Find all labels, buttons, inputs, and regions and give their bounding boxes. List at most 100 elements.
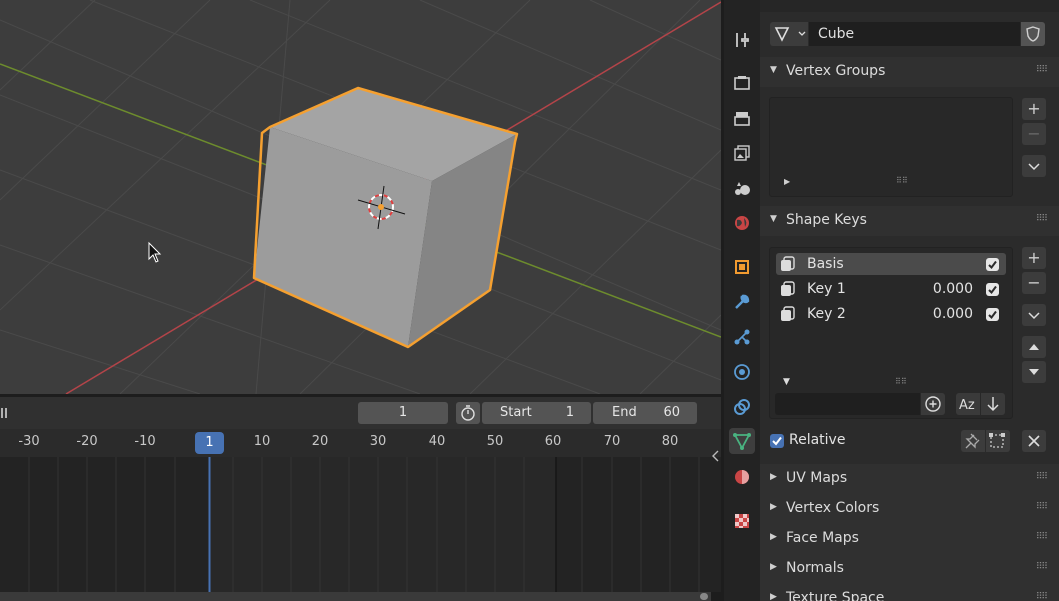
vertex-colors-panel-header[interactable]: ▶ Vertex Colors ⠿⠿ bbox=[760, 494, 1059, 524]
shape-key-pin-button[interactable] bbox=[961, 430, 985, 452]
mesh-data-icon bbox=[774, 27, 806, 42]
svg-text:Az: Az bbox=[959, 398, 975, 413]
physics-tab[interactable] bbox=[729, 359, 755, 385]
preview-range-toggle[interactable] bbox=[456, 402, 480, 424]
move-shape-key-up-button[interactable] bbox=[1022, 336, 1046, 358]
scrollbar-handle[interactable] bbox=[700, 593, 708, 600]
timeline-frame-grid bbox=[0, 457, 721, 592]
shape-key-edit-mode-button[interactable] bbox=[986, 430, 1010, 452]
particles-icon bbox=[734, 329, 750, 345]
frame-end-field[interactable]: End 60 bbox=[593, 402, 697, 424]
vertex-group-specials-button[interactable] bbox=[1022, 155, 1046, 177]
pin-icon bbox=[965, 433, 980, 449]
shape-key-specials-button[interactable] bbox=[1022, 304, 1046, 326]
scene-tab[interactable] bbox=[729, 175, 755, 201]
arrow-down-icon bbox=[987, 397, 999, 412]
remove-vertex-group-button[interactable]: − bbox=[1022, 123, 1046, 145]
vertex-groups-panel-header[interactable]: ▼ Vertex Groups ⠿⠿ bbox=[760, 57, 1059, 87]
shield-icon bbox=[1026, 26, 1040, 42]
shape-key-row[interactable]: Key 2 0.000 bbox=[776, 303, 1006, 325]
constraints-tab[interactable] bbox=[729, 394, 755, 420]
tick-label: 80 bbox=[661, 434, 679, 449]
object-tab[interactable] bbox=[729, 254, 755, 280]
timeline-body[interactable] bbox=[0, 457, 721, 592]
shape-key-mute-checkbox[interactable] bbox=[986, 283, 999, 296]
tick-label: 70 bbox=[603, 434, 621, 449]
remove-shape-key-button[interactable]: − bbox=[1022, 272, 1046, 294]
data-tab[interactable] bbox=[729, 428, 755, 454]
drag-grip-icon[interactable]: ⠿⠿ bbox=[1036, 502, 1048, 512]
timeline-ruler[interactable]: -30 -20 -10 1 10 20 30 40 50 60 70 80 bbox=[0, 429, 721, 457]
drag-grip-icon[interactable]: ⠿⠿ bbox=[1036, 562, 1048, 572]
filter-search-button[interactable] bbox=[921, 393, 945, 415]
collapsed-arrow-icon: ▶ bbox=[770, 472, 777, 482]
output-tab[interactable] bbox=[729, 105, 755, 131]
3d-viewport[interactable] bbox=[0, 0, 721, 394]
view-layer-tab[interactable] bbox=[729, 140, 755, 166]
particles-tab[interactable] bbox=[729, 324, 755, 350]
sort-alpha-button[interactable]: Az bbox=[956, 393, 980, 415]
sort-reverse-button[interactable] bbox=[981, 393, 1005, 415]
vertex-groups-title: Vertex Groups bbox=[786, 63, 886, 79]
drag-grip-icon[interactable]: ⠿⠿ bbox=[1036, 472, 1048, 482]
move-shape-key-down-button[interactable] bbox=[1022, 361, 1046, 383]
texture-space-panel-header[interactable]: ▶ Texture Space ⠿⠿ bbox=[760, 584, 1059, 601]
frame-start-value: 1 bbox=[565, 405, 574, 420]
add-shape-key-button[interactable]: + bbox=[1022, 247, 1046, 269]
timeline-scrollbar[interactable] bbox=[0, 592, 711, 601]
tick-label: 10 bbox=[253, 434, 271, 449]
expanded-arrow-icon: ▼ bbox=[770, 65, 777, 75]
list-filter-toggle-icon[interactable]: ▼ bbox=[783, 377, 790, 387]
shape-key-value[interactable]: 0.000 bbox=[921, 281, 973, 297]
vertex-colors-title: Vertex Colors bbox=[786, 500, 880, 516]
shape-key-row[interactable]: Key 1 0.000 bbox=[776, 278, 1006, 300]
shape-key-filter-input[interactable] bbox=[775, 393, 920, 415]
vertex-groups-list[interactable]: ▶ ⠿⠿ bbox=[769, 97, 1013, 197]
shape-key-mute-checkbox[interactable] bbox=[986, 258, 999, 271]
viewport-scene[interactable] bbox=[0, 0, 721, 394]
triangle-up-icon bbox=[1029, 344, 1039, 350]
list-resize-grip-icon[interactable]: ⠿⠿ bbox=[895, 377, 907, 386]
sort-alpha-icon: Az bbox=[959, 398, 975, 413]
relative-checkbox[interactable] bbox=[770, 434, 784, 448]
face-maps-panel-header[interactable]: ▶ Face Maps ⠿⠿ bbox=[760, 524, 1059, 554]
list-filter-toggle-icon[interactable]: ▶ bbox=[784, 177, 790, 186]
jump-to-endpoint-icon[interactable] bbox=[0, 405, 10, 421]
shape-keys-panel-header[interactable]: ▼ Shape Keys ⠿⠿ bbox=[760, 206, 1059, 236]
material-tab[interactable] bbox=[729, 464, 755, 490]
uv-maps-panel-header[interactable]: ▶ UV Maps ⠿⠿ bbox=[760, 464, 1059, 494]
fake-user-button[interactable] bbox=[1021, 22, 1045, 46]
texture-tab[interactable] bbox=[729, 508, 755, 534]
frame-start-field[interactable]: Start 1 bbox=[482, 402, 591, 424]
tick-label: -10 bbox=[134, 434, 156, 449]
world-tab[interactable] bbox=[729, 210, 755, 236]
clear-shape-keys-button[interactable] bbox=[1022, 430, 1046, 452]
render-tab[interactable] bbox=[729, 70, 755, 96]
shape-key-icon bbox=[781, 256, 795, 271]
mesh-name-field[interactable]: Cube bbox=[809, 22, 1020, 46]
expanded-arrow-icon: ▼ bbox=[770, 214, 777, 224]
drag-grip-icon[interactable]: ⠿⠿ bbox=[1036, 532, 1048, 542]
playhead-marker[interactable]: 1 bbox=[195, 432, 224, 454]
frame-start-label: Start bbox=[500, 405, 532, 420]
mesh-type-selector[interactable] bbox=[770, 22, 808, 46]
collapse-sidebar-icon[interactable] bbox=[709, 448, 721, 464]
current-frame-field[interactable]: 1 bbox=[358, 402, 448, 424]
tick-label: 60 bbox=[544, 434, 562, 449]
modifier-tab[interactable] bbox=[729, 289, 755, 315]
drag-grip-icon[interactable]: ⠿⠿ bbox=[1036, 65, 1048, 75]
frame-end-label: End bbox=[612, 405, 637, 420]
frame-end-value: 60 bbox=[663, 405, 680, 420]
tool-tab[interactable] bbox=[729, 27, 755, 53]
drag-grip-icon[interactable]: ⠿⠿ bbox=[1036, 592, 1048, 601]
shape-key-name: Key 1 bbox=[807, 281, 846, 297]
shape-key-value[interactable]: 0.000 bbox=[921, 306, 973, 322]
add-vertex-group-button[interactable]: + bbox=[1022, 98, 1046, 120]
normals-panel-header[interactable]: ▶ Normals ⠿⠿ bbox=[760, 554, 1059, 584]
list-resize-grip-icon[interactable]: ⠿⠿ bbox=[896, 176, 908, 185]
shape-key-row[interactable]: Basis bbox=[776, 253, 1006, 275]
shape-key-name: Basis bbox=[807, 256, 844, 272]
drag-grip-icon[interactable]: ⠿⠿ bbox=[1036, 214, 1048, 224]
shape-key-mute-checkbox[interactable] bbox=[986, 308, 999, 321]
modifier-icon bbox=[735, 294, 750, 309]
